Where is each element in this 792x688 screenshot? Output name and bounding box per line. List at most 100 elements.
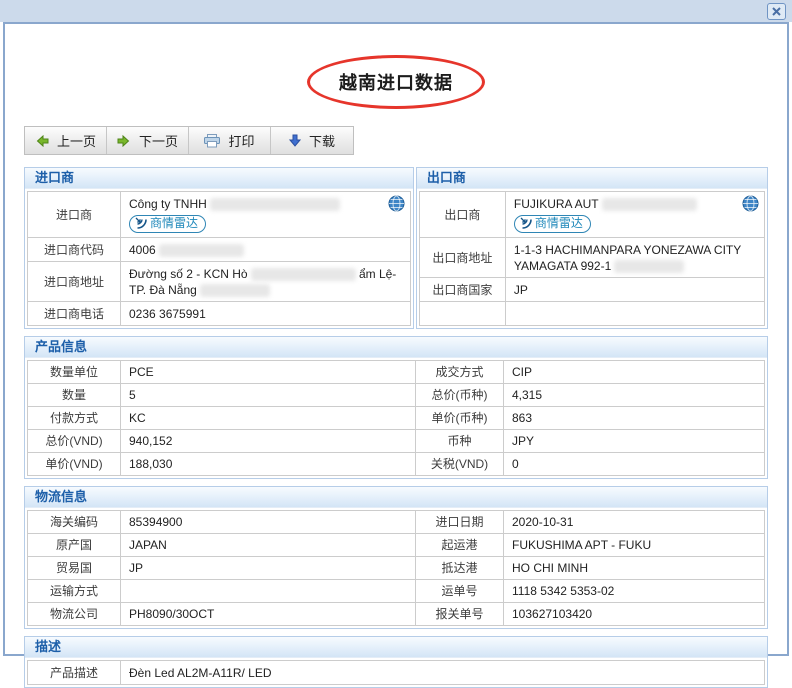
field-value: JPY bbox=[504, 430, 765, 453]
field-value: PH8090/30OCT bbox=[121, 603, 416, 626]
field-value: 940,152 bbox=[121, 430, 416, 453]
exporter-country-cell: JP bbox=[505, 278, 764, 302]
table-row: 海关编码 85394900 进口日期 2020-10-31 bbox=[28, 511, 765, 534]
field-value: 2020-10-31 bbox=[504, 511, 765, 534]
field-value: 4,315 bbox=[504, 384, 765, 407]
page-title: 越南进口数据 bbox=[339, 69, 453, 95]
importer-name-label: 进口商 bbox=[28, 192, 121, 238]
table-row: 出口商地址 1-1-3 HACHIMANPARA YONEZAWA CITY Y… bbox=[419, 238, 764, 278]
importer-table: 进口商 Công ty TNHH bbox=[27, 191, 411, 326]
prev-page-button[interactable]: 上一页 bbox=[25, 127, 107, 154]
printer-icon bbox=[204, 134, 220, 148]
table-row: 进口商 Công ty TNHH bbox=[28, 192, 411, 238]
table-row: 物流公司 PH8090/30OCT 报关单号 103627103420 bbox=[28, 603, 765, 626]
radar-icon bbox=[520, 217, 532, 229]
logistics-info-section: 物流信息 海关编码 85394900 进口日期 2020-10-31 原产国 J… bbox=[24, 486, 768, 629]
arrow-down-icon bbox=[289, 134, 301, 147]
table-row: 总价(VND) 940,152 币种 JPY bbox=[28, 430, 765, 453]
field-label: 总价(VND) bbox=[28, 430, 121, 453]
importer-phone-cell: 0236 3675991 bbox=[121, 302, 411, 326]
field-value bbox=[121, 580, 416, 603]
redaction bbox=[200, 284, 270, 297]
logistics-info-table: 海关编码 85394900 进口日期 2020-10-31 原产国 JAPAN … bbox=[27, 510, 765, 626]
toolbar: 上一页 下一页 打印 下载 bbox=[24, 126, 354, 155]
next-page-button[interactable]: 下一页 bbox=[107, 127, 189, 154]
download-label: 下载 bbox=[309, 131, 335, 150]
field-label: 贸易国 bbox=[28, 557, 121, 580]
field-value: FUKUSHIMA APT - FUKU bbox=[504, 534, 765, 557]
download-button[interactable]: 下载 bbox=[271, 127, 353, 154]
table-row: 单价(VND) 188,030 关税(VND) 0 bbox=[28, 453, 765, 476]
field-value: 85394900 bbox=[121, 511, 416, 534]
table-row: 运输方式 运单号 1118 5342 5353-02 bbox=[28, 580, 765, 603]
field-value: 103627103420 bbox=[504, 603, 765, 626]
importer-code-label: 进口商代码 bbox=[28, 238, 121, 262]
arrow-right-icon bbox=[117, 135, 131, 147]
exporter-country-label: 出口商国家 bbox=[419, 278, 505, 302]
table-cell-empty bbox=[419, 302, 505, 326]
field-value: 0 bbox=[504, 453, 765, 476]
field-label: 运输方式 bbox=[28, 580, 121, 603]
table-row: 付款方式 KC 单价(币种) 863 bbox=[28, 407, 765, 430]
table-row: 贸易国 JP 抵达港 HO CHI MINH bbox=[28, 557, 765, 580]
field-label: 运单号 bbox=[416, 580, 504, 603]
business-radar-badge[interactable]: 商情雷达 bbox=[514, 215, 591, 233]
field-label: 总价(币种) bbox=[416, 384, 504, 407]
redaction bbox=[210, 198, 340, 211]
table-row: 产品描述 Đèn Led AL2M-A11R/ LED bbox=[28, 661, 765, 685]
globe-icon[interactable] bbox=[742, 195, 759, 216]
close-icon bbox=[771, 6, 782, 17]
field-value: 863 bbox=[504, 407, 765, 430]
business-radar-badge[interactable]: 商情雷达 bbox=[129, 215, 206, 233]
record-content: 进口商 进口商 bbox=[5, 155, 787, 688]
table-row: 进口商电话 0236 3675991 bbox=[28, 302, 411, 326]
field-value: CIP bbox=[504, 361, 765, 384]
window-titlebar bbox=[0, 0, 792, 22]
globe-icon[interactable] bbox=[388, 195, 405, 216]
radar-badge-label: 商情雷达 bbox=[535, 216, 583, 231]
field-label: 进口日期 bbox=[416, 511, 504, 534]
field-label: 数量 bbox=[28, 384, 121, 407]
exporter-name-label: 出口商 bbox=[419, 192, 505, 238]
import-record-dialog: 越南进口数据 上一页 下一页 打印 下载 bbox=[3, 22, 789, 656]
redaction bbox=[251, 268, 356, 281]
exporter-section-header: 出口商 bbox=[417, 168, 767, 189]
print-label: 打印 bbox=[228, 131, 254, 150]
importer-name-cell: Công ty TNHH 商情雷达 bbox=[121, 192, 411, 238]
field-value: KC bbox=[121, 407, 416, 430]
description-section: 描述 产品描述 Đèn Led AL2M-A11R/ LED bbox=[24, 636, 768, 688]
prev-page-label: 上一页 bbox=[57, 131, 96, 150]
table-row: 进口商代码 4006 bbox=[28, 238, 411, 262]
field-value: HO CHI MINH bbox=[504, 557, 765, 580]
exporter-name-cell: FUJIKURA AUT 商情雷达 bbox=[505, 192, 764, 238]
field-label: 数量单位 bbox=[28, 361, 121, 384]
close-button[interactable] bbox=[767, 3, 786, 20]
title-area: 越南进口数据 bbox=[5, 54, 787, 110]
redaction bbox=[602, 198, 697, 211]
field-label: 报关单号 bbox=[416, 603, 504, 626]
table-row: 数量 5 总价(币种) 4,315 bbox=[28, 384, 765, 407]
importer-section: 进口商 进口商 bbox=[24, 167, 414, 329]
arrow-left-icon bbox=[35, 135, 49, 147]
redaction bbox=[614, 260, 684, 273]
description-table: 产品描述 Đèn Led AL2M-A11R/ LED bbox=[27, 660, 765, 685]
radar-badge-label: 商情雷达 bbox=[150, 216, 198, 231]
field-value: 188,030 bbox=[121, 453, 416, 476]
print-button[interactable]: 打印 bbox=[189, 127, 271, 154]
field-label: 单价(币种) bbox=[416, 407, 504, 430]
importer-address-cell: Đường số 2 - KCN Hò ẩm Lệ- TP. Đà Nẵng bbox=[121, 262, 411, 302]
field-label: 物流公司 bbox=[28, 603, 121, 626]
importer-address-label: 进口商地址 bbox=[28, 262, 121, 302]
product-description-label: 产品描述 bbox=[28, 661, 121, 685]
product-description-value: Đèn Led AL2M-A11R/ LED bbox=[121, 661, 765, 685]
table-row: 出口商 FUJIKURA AUT bbox=[419, 192, 764, 238]
table-row: 出口商国家 JP bbox=[419, 278, 764, 302]
product-info-section: 产品信息 数量单位 PCE 成交方式 CIP 数量 5 总价(币种) 4,315 bbox=[24, 336, 768, 479]
importer-phone-label: 进口商电话 bbox=[28, 302, 121, 326]
table-row: 数量单位 PCE 成交方式 CIP bbox=[28, 361, 765, 384]
field-label: 成交方式 bbox=[416, 361, 504, 384]
field-value: 1118 5342 5353-02 bbox=[504, 580, 765, 603]
field-label: 原产国 bbox=[28, 534, 121, 557]
importer-name-text: Công ty TNHH bbox=[129, 197, 207, 211]
radar-icon bbox=[135, 217, 147, 229]
